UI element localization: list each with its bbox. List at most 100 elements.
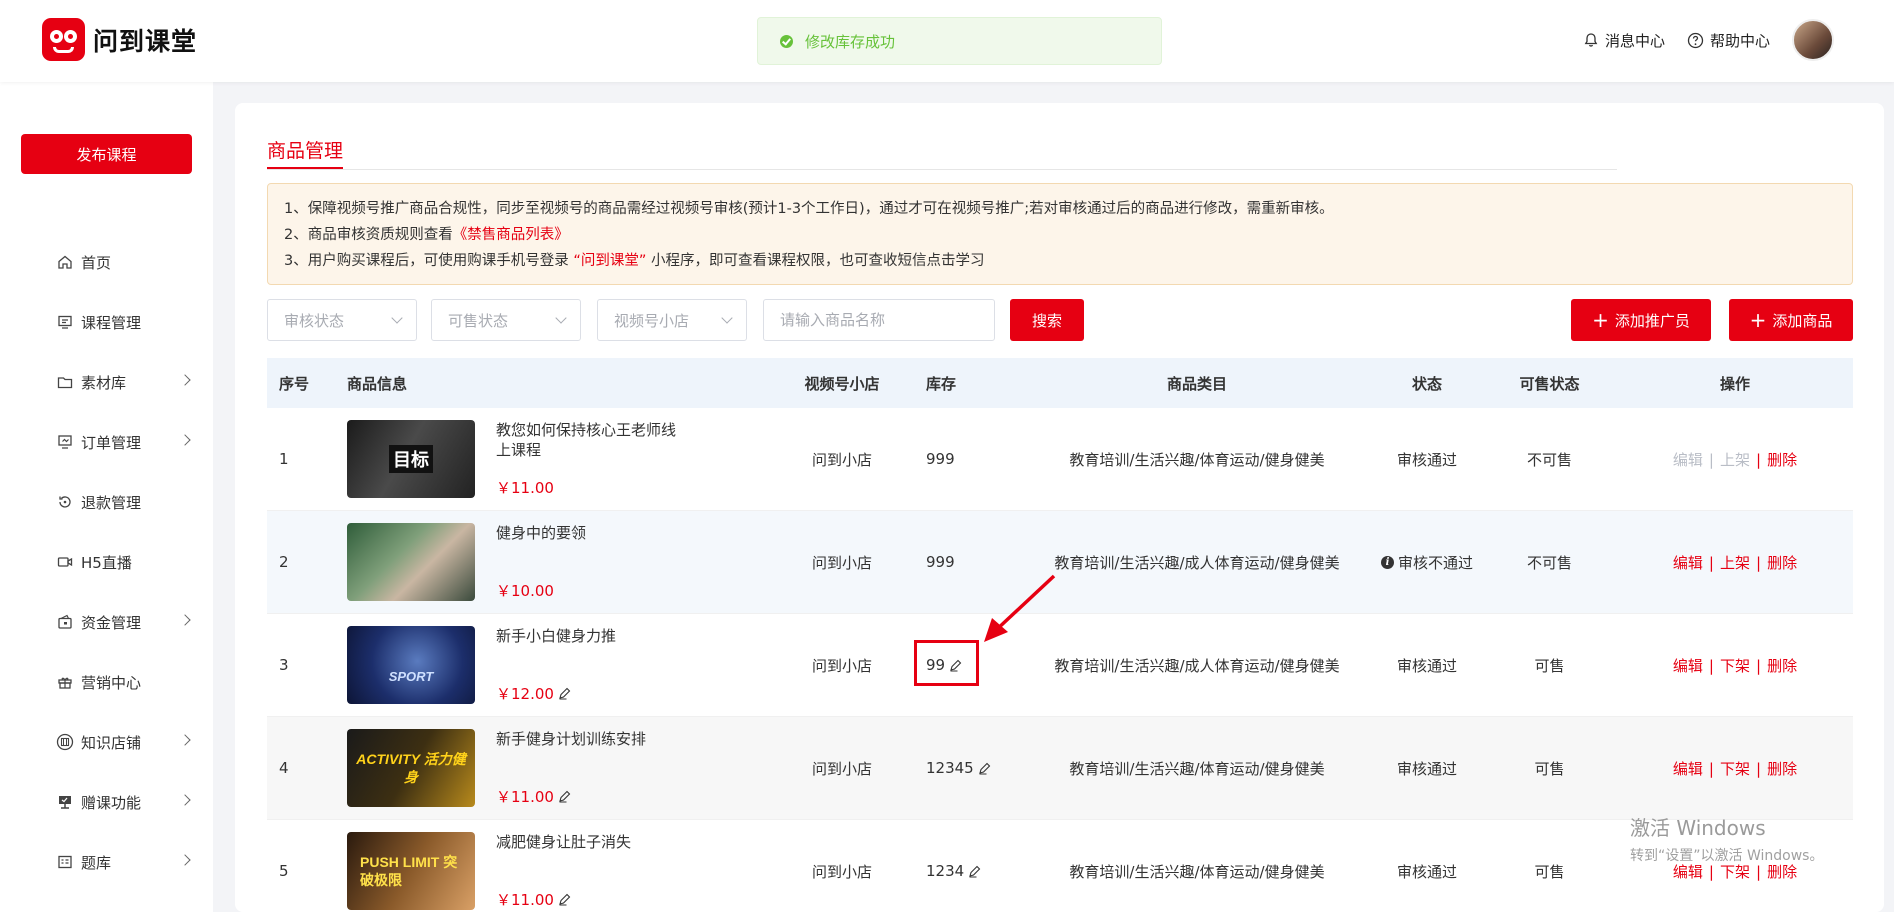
chevron-right-icon bbox=[179, 374, 191, 386]
help-icon bbox=[1687, 32, 1704, 48]
list-action[interactable]: 上架 bbox=[1720, 451, 1750, 469]
sidebar-item-materials[interactable]: 素材库 bbox=[0, 352, 213, 412]
product-price: ￥12.00 bbox=[496, 683, 686, 704]
sale-status-select[interactable]: 可售状态 bbox=[431, 299, 581, 341]
row-stock: 12345 bbox=[902, 759, 1022, 777]
table-row: 4 ACTIVITY 活力健身 新手健身计划训练安排 ￥11.00 问到小店 1… bbox=[267, 717, 1853, 820]
product-thumbnail[interactable]: 目标 bbox=[347, 420, 475, 498]
delete-action[interactable]: 删除 bbox=[1767, 863, 1797, 881]
shop-icon bbox=[56, 733, 74, 751]
row-index: 2 bbox=[279, 553, 289, 571]
delete-action[interactable]: 删除 bbox=[1767, 554, 1797, 572]
channel-shop-select[interactable]: 视频号小店 bbox=[597, 299, 747, 341]
chevron-right-icon bbox=[179, 434, 191, 446]
chevron-right-icon bbox=[179, 854, 191, 866]
col-header-index: 序号 bbox=[279, 374, 310, 393]
sidebar-item-home[interactable]: 首页 bbox=[0, 232, 213, 292]
row-sale-status: 不可售 bbox=[1526, 450, 1572, 469]
sidebar-item-gift-course[interactable]: 赠课功能 bbox=[0, 772, 213, 832]
order-icon bbox=[56, 433, 74, 451]
windows-activation-watermark: 激活 Windows 转到“设置”以激活 Windows。 bbox=[1630, 812, 1823, 865]
product-thumbnail[interactable]: ACTIVITY 活力健身 bbox=[347, 729, 475, 807]
row-status[interactable]: i 审核不通过 bbox=[1372, 552, 1482, 573]
help-center-link[interactable]: 帮助中心 bbox=[1687, 30, 1770, 51]
tab-product-management[interactable]: 商品管理 bbox=[267, 136, 344, 169]
row-sale-status: 可售 bbox=[1534, 862, 1565, 881]
message-center-link[interactable]: 消息中心 bbox=[1583, 30, 1665, 51]
sidebar-item-label: 订单管理 bbox=[81, 433, 142, 452]
sidebar-item-label: 营销中心 bbox=[81, 673, 142, 692]
user-avatar[interactable] bbox=[1792, 19, 1834, 61]
sidebar-item-live[interactable]: H5直播 bbox=[0, 532, 213, 592]
edit-pencil-icon[interactable] bbox=[558, 790, 571, 803]
col-header-ops: 操作 bbox=[1719, 374, 1750, 393]
edit-action[interactable]: 编辑 bbox=[1673, 760, 1703, 778]
unlist-action[interactable]: 下架 bbox=[1720, 760, 1750, 778]
row-stock: 999 bbox=[926, 553, 955, 571]
edit-action[interactable]: 编辑 bbox=[1673, 451, 1703, 469]
publish-course-button[interactable]: 发布课程 bbox=[21, 134, 192, 174]
sidebar-item-label: 题库 bbox=[81, 853, 112, 872]
sale-status-placeholder: 可售状态 bbox=[448, 311, 509, 330]
sidebar-item-question-bank[interactable]: 题库 bbox=[0, 832, 213, 892]
chevron-down-icon bbox=[555, 312, 567, 324]
row-shop: 问到小店 bbox=[811, 553, 872, 572]
add-promoter-button[interactable]: + 添加推广员 bbox=[1571, 299, 1711, 341]
list-action[interactable]: 上架 bbox=[1720, 554, 1750, 572]
unlist-action[interactable]: 下架 bbox=[1720, 657, 1750, 675]
product-price: ￥11.00 bbox=[496, 786, 686, 807]
col-header-info: 商品信息 bbox=[347, 374, 408, 393]
edit-action[interactable]: 编辑 bbox=[1673, 863, 1703, 881]
row-category: 教育培训/生活兴趣/成人体育运动/健身健美 bbox=[1054, 553, 1340, 572]
present-icon bbox=[56, 793, 74, 811]
product-name: 健身中的要领 bbox=[496, 524, 587, 542]
row-status: 审核通过 bbox=[1396, 656, 1457, 675]
col-header-sale: 可售状态 bbox=[1519, 374, 1580, 393]
notice-box: 1、保障视频号推广商品合规性，同步至视频号的商品需经过视频号审核(预计1-3个工… bbox=[267, 183, 1853, 285]
table-row: 3 SPORT 新手小白健身力推 ￥12.00 问到小店 99 教育培训/生活兴… bbox=[267, 614, 1853, 717]
sidebar-item-funds[interactable]: 资金管理 bbox=[0, 592, 213, 652]
edit-pencil-icon[interactable] bbox=[558, 893, 571, 906]
watermark-sub: 转到“设置”以激活 Windows。 bbox=[1630, 848, 1824, 864]
sidebar-item-orders[interactable]: 订单管理 bbox=[0, 412, 213, 472]
sidebar-item-shop[interactable]: 知识店铺 bbox=[0, 712, 213, 772]
row-index: 1 bbox=[279, 450, 289, 468]
gift-icon bbox=[56, 673, 74, 691]
info-icon: i bbox=[1380, 555, 1394, 569]
edit-pencil-icon[interactable] bbox=[968, 865, 981, 878]
delete-action[interactable]: 删除 bbox=[1767, 657, 1797, 675]
search-button[interactable]: 搜索 bbox=[1010, 299, 1084, 341]
edit-pencil-icon[interactable] bbox=[558, 687, 571, 700]
review-status-select[interactable]: 审核状态 bbox=[267, 299, 417, 341]
sidebar-item-course[interactable]: 课程管理 bbox=[0, 292, 213, 352]
product-thumbnail[interactable]: PUSH LIMIT 突破极限 bbox=[347, 832, 475, 910]
unlist-action[interactable]: 下架 bbox=[1720, 863, 1750, 881]
product-name: 教您如何保持核心王老师线上课程 bbox=[496, 421, 677, 459]
sidebar-item-label: 知识店铺 bbox=[81, 733, 142, 752]
delete-action[interactable]: 删除 bbox=[1767, 760, 1797, 778]
col-header-shop: 视频号小店 bbox=[804, 374, 880, 393]
sidebar-item-refunds[interactable]: 退款管理 bbox=[0, 472, 213, 532]
edit-action[interactable]: 编辑 bbox=[1673, 657, 1703, 675]
row-actions: 编辑 | 上架 | 删除 bbox=[1672, 553, 1798, 572]
row-index: 4 bbox=[279, 759, 289, 777]
edit-action[interactable]: 编辑 bbox=[1673, 554, 1703, 572]
table-row: 2 健身中的要领 ￥10.00 问到小店 999 教育培训/生活兴趣/成人体育运… bbox=[267, 511, 1853, 614]
sidebar-item-label: 赠课功能 bbox=[81, 793, 142, 812]
plus-icon: + bbox=[1592, 308, 1609, 332]
row-stock: 1234 bbox=[902, 862, 1022, 880]
row-sale-status: 可售 bbox=[1534, 656, 1565, 675]
product-thumbnail[interactable]: SPORT bbox=[347, 626, 475, 704]
delete-action[interactable]: 删除 bbox=[1767, 451, 1797, 469]
add-product-button[interactable]: + 添加商品 bbox=[1729, 299, 1853, 341]
sidebar-item-label: 资金管理 bbox=[81, 613, 142, 632]
row-shop: 问到小店 bbox=[811, 862, 872, 881]
annotation-arrow-icon bbox=[984, 574, 1056, 642]
sidebar-item-marketing[interactable]: 营销中心 bbox=[0, 652, 213, 712]
prohibited-list-link[interactable]: 《禁售商品列表》 bbox=[453, 227, 569, 243]
edit-pencil-icon[interactable] bbox=[978, 762, 991, 775]
chevron-down-icon bbox=[391, 312, 403, 324]
product-thumbnail[interactable] bbox=[347, 523, 475, 601]
brand-logo[interactable]: 问到课堂 bbox=[42, 18, 197, 61]
product-name-search-input[interactable] bbox=[763, 299, 995, 341]
